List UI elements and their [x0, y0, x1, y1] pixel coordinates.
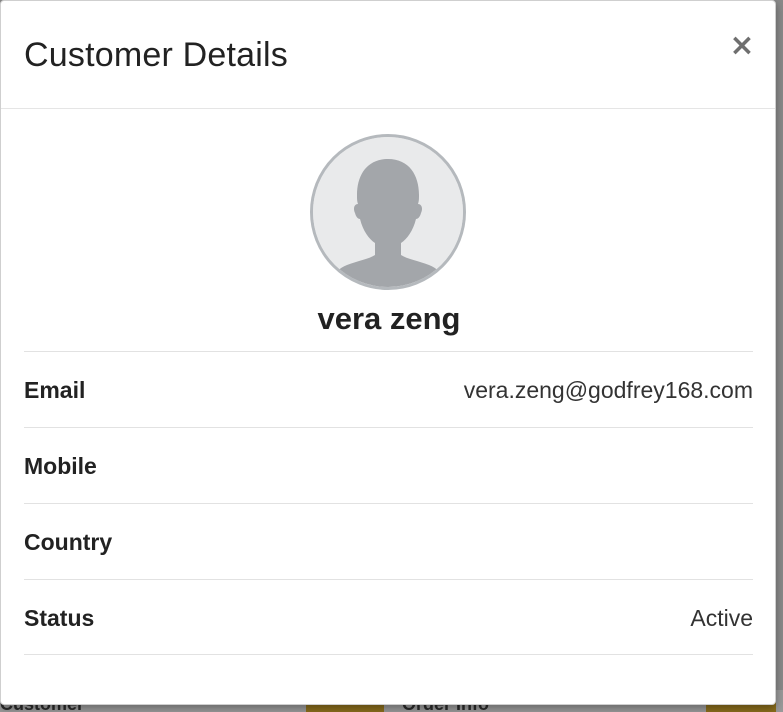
- user-silhouette-icon: [310, 134, 466, 290]
- detail-label: Email: [24, 377, 86, 403]
- detail-row-email: Email vera.zeng@godfrey168.com: [24, 351, 753, 427]
- modal-title: Customer Details: [24, 36, 288, 74]
- modal-header: Customer Details ×: [1, 1, 775, 109]
- detail-row-country: Country: [24, 503, 753, 579]
- detail-label: Status: [24, 605, 95, 631]
- detail-row-mobile: Mobile: [24, 427, 753, 503]
- customer-name: vera zeng: [317, 301, 461, 336]
- detail-value-status: Active: [690, 605, 753, 631]
- detail-row-status: Status Active: [24, 579, 753, 655]
- customer-details-modal: Customer Details × vera zeng Email vera.…: [0, 0, 776, 705]
- close-icon[interactable]: ×: [729, 31, 755, 61]
- detail-label: Country: [24, 529, 113, 555]
- detail-label: Mobile: [24, 453, 97, 479]
- detail-value-email: vera.zeng@godfrey168.com: [463, 377, 753, 403]
- customer-details-list: Email vera.zeng@godfrey168.com Mobile Co…: [24, 351, 753, 655]
